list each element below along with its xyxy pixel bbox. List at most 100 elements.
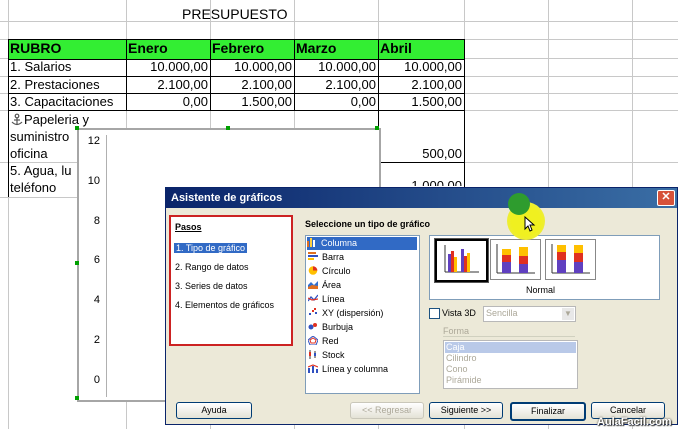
mouse-pointer-icon — [524, 215, 536, 232]
cell-value[interactable]: 10.000,00 — [380, 59, 462, 75]
cell-value[interactable]: 2.100,00 — [296, 77, 376, 93]
cell-value[interactable]: 2.100,00 — [212, 77, 292, 93]
line-chart-icon — [307, 294, 319, 303]
pie-chart-icon — [308, 266, 318, 275]
forma-item[interactable]: Cono — [445, 364, 576, 375]
vista3d-select-value: Sencilla — [486, 308, 518, 318]
forma-item[interactable]: Caja — [445, 342, 576, 353]
header-enero[interactable]: Enero — [128, 40, 168, 57]
anchor-icon — [10, 113, 24, 127]
variant-percent-stacked[interactable] — [545, 239, 596, 280]
watermark: AulaFacil.com — [597, 416, 672, 428]
net-chart-icon — [307, 335, 319, 346]
cell-value[interactable]: 1.000,00 — [380, 178, 462, 186]
forma-item[interactable]: Cilindro — [445, 353, 576, 364]
back-button[interactable]: << Regresar — [350, 402, 424, 419]
cell-value[interactable]: 1.500,00 — [380, 94, 462, 110]
close-icon[interactable]: ✕ — [657, 190, 675, 206]
table-border — [294, 39, 295, 110]
header-marzo[interactable]: Marzo — [296, 40, 336, 57]
bar-chart-icon — [308, 252, 318, 261]
type-item-linea-columna[interactable]: Línea y columna — [307, 363, 388, 376]
type-item-area[interactable]: Área — [308, 279, 341, 292]
cell-value[interactable]: 10.000,00 — [128, 59, 208, 75]
help-button[interactable]: Ayuda — [176, 402, 252, 419]
table-border — [8, 39, 9, 197]
cell-value[interactable]: 1.500,00 — [212, 94, 292, 110]
y-tick-label: 0 — [93, 374, 100, 386]
cell-rubro[interactable]: 1. Salarios — [10, 59, 71, 75]
resize-handle[interactable] — [226, 126, 230, 130]
cell-value[interactable]: 2.100,00 — [128, 77, 208, 93]
y-tick-label: 6 — [93, 254, 100, 266]
variant-stacked[interactable] — [490, 239, 541, 280]
chart-type-list[interactable]: Columna Barra Círculo Área Línea XY (dis… — [305, 235, 420, 394]
resize-handle[interactable] — [375, 126, 379, 130]
step-data-series[interactable]: 3. Series de datos — [175, 281, 248, 291]
cell-value[interactable]: 0,00 — [296, 94, 376, 110]
y-tick-label: 4 — [93, 294, 100, 306]
cell-value[interactable]: 2.100,00 — [380, 77, 462, 93]
steps-panel: Pasos 1. Tipo de gráfico 2. Rango de dat… — [169, 215, 293, 346]
chart-variant-panel: Normal — [429, 235, 660, 300]
percent-column-icon — [551, 244, 590, 274]
vista3d-checkbox[interactable] — [429, 308, 440, 319]
resize-handle[interactable] — [75, 126, 79, 130]
header-abril[interactable]: Abril — [380, 40, 412, 57]
forma-item[interactable]: Pirámide — [445, 375, 576, 386]
type-heading: Seleccione un tipo de gráfico — [305, 219, 431, 229]
scatter-chart-icon — [308, 308, 318, 317]
cell-rubro-line[interactable]: 5. Agua, lu — [10, 163, 76, 179]
chart-wizard-dialog: Asistente de gráficos ✕ Pasos 1. Tipo de… — [165, 187, 678, 425]
type-item-circulo[interactable]: Círculo — [308, 265, 351, 278]
next-button[interactable]: Siguiente >> — [429, 402, 503, 419]
cell-value[interactable]: 0,00 — [128, 94, 208, 110]
type-item-xy[interactable]: XY (dispersión) — [308, 307, 383, 320]
forma-list[interactable]: Caja Cilindro Cono Pirámide — [443, 340, 578, 389]
chevron-down-icon[interactable]: ▼ — [562, 308, 574, 320]
type-item-linea[interactable]: Línea — [307, 293, 345, 306]
grid-line — [0, 21, 678, 22]
cell-value[interactable]: 10.000,00 — [212, 59, 292, 75]
resize-handle[interactable] — [75, 261, 79, 265]
type-item-red[interactable]: Red — [307, 335, 339, 348]
cell-rubro-line[interactable]: oficina — [10, 146, 48, 162]
y-tick-label: 10 — [87, 175, 100, 187]
area-chart-icon — [308, 280, 318, 289]
vista3d-label[interactable]: Vista 3D — [442, 308, 476, 318]
type-item-barra[interactable]: Barra — [308, 251, 344, 264]
step-chart-elements[interactable]: 4. Elementos de gráficos — [175, 300, 274, 310]
type-item-burbuja[interactable]: Burbuja — [308, 321, 353, 334]
step-data-range[interactable]: 2. Rango de datos — [175, 262, 249, 272]
table-border — [126, 39, 127, 110]
y-tick-label: 8 — [93, 215, 100, 227]
normal-column-icon — [444, 245, 479, 273]
variant-label: Normal — [526, 285, 556, 295]
header-febrero[interactable]: Febrero — [212, 40, 264, 57]
column-chart-icon — [307, 238, 317, 247]
cell-rubro-line[interactable]: suministro — [10, 129, 69, 145]
dialog-title[interactable]: Asistente de gráficos — [166, 188, 677, 208]
type-item-columna[interactable]: Columna — [307, 237, 417, 250]
cell-value[interactable]: 500,00 — [380, 146, 462, 162]
resize-handle[interactable] — [75, 396, 79, 400]
variant-normal[interactable] — [434, 238, 489, 283]
cell-rubro[interactable]: 2. Prestaciones — [10, 77, 100, 93]
forma-separator — [443, 336, 575, 337]
line-column-chart-icon — [307, 364, 319, 373]
y-tick-label: 12 — [87, 135, 100, 147]
cell-value[interactable]: 10.000,00 — [296, 59, 376, 75]
vista3d-select[interactable]: Sencilla ▼ — [483, 306, 576, 322]
header-rubro[interactable]: RUBRO — [10, 40, 61, 57]
cell-rubro-line[interactable]: Papeleria y — [24, 112, 89, 128]
cell-rubro[interactable]: 3. Capacitaciones — [10, 94, 113, 110]
step-chart-type[interactable]: 1. Tipo de gráfico — [174, 243, 248, 253]
finish-button[interactable]: Finalizar — [510, 402, 586, 421]
sheet-title[interactable]: PRESUPUESTO — [182, 6, 288, 22]
type-item-stock[interactable]: Stock — [308, 349, 345, 362]
cursor-marker — [508, 193, 530, 215]
y-tick-label: 2 — [93, 334, 100, 346]
stock-chart-icon — [308, 350, 318, 359]
cell-rubro-line[interactable]: teléfono — [10, 180, 76, 196]
bubble-chart-icon — [308, 322, 318, 331]
